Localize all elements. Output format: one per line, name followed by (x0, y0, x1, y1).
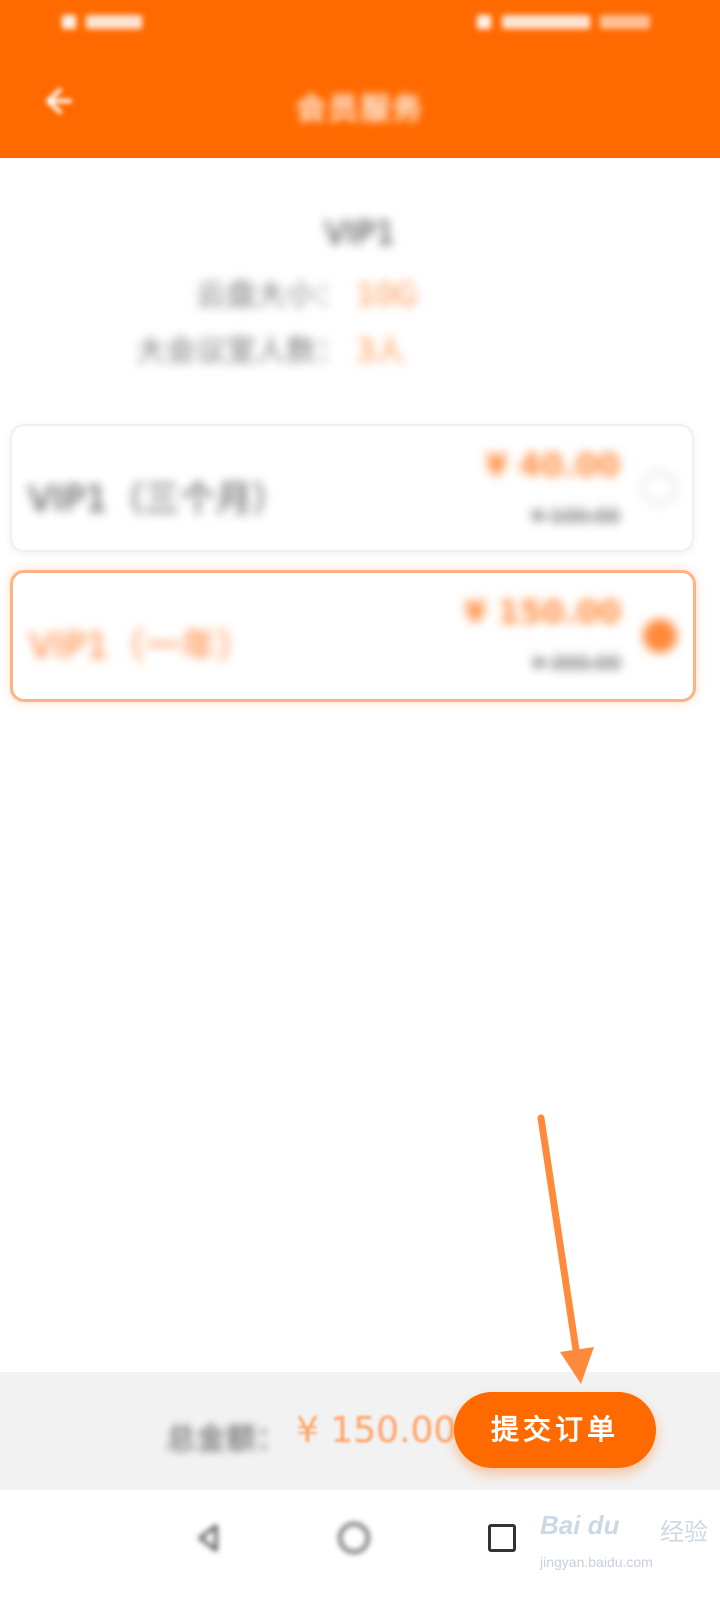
watermark-brand-suffix: 经验 (660, 1518, 708, 1546)
plan-original-price: ¥ 100.00 (530, 504, 620, 528)
info-row-storage: 云盘大小： 10G (196, 270, 417, 314)
meeting-label: 大会议室人数： (136, 334, 346, 369)
nav-home-icon[interactable] (334, 1518, 374, 1558)
plan-card-content: VIP1（三个月） ¥ 40.00 ¥ 100.00 (12, 426, 692, 550)
plan-name: VIP1（一年） (29, 626, 253, 667)
storage-value: 10G (356, 278, 418, 313)
plan-original-price: ¥ 300.00 (531, 651, 621, 675)
wifi-icon (477, 15, 492, 29)
submit-order-button[interactable]: 提交订单 (454, 1392, 656, 1468)
nav-recent-apps-icon[interactable] (488, 1524, 516, 1552)
storage-label: 云盘大小： (196, 278, 346, 313)
plan-card-three-months[interactable]: VIP1（三个月） ¥ 40.00 ¥ 100.00 (10, 424, 694, 552)
carrier-indicator (86, 15, 143, 29)
plan-name: VIP1（三个月） (28, 479, 288, 520)
plan-card-content: VIP1（一年） ¥ 150.00 ¥ 300.00 (13, 573, 693, 699)
vip-level-name: VIP1 (324, 214, 396, 252)
app-header: 会员服务 (0, 0, 720, 158)
clock-indicator (600, 15, 650, 29)
status-bar-left (62, 14, 162, 36)
watermark-brand: Bai du (540, 1510, 620, 1540)
plan-radio[interactable] (642, 471, 676, 505)
baidu-watermark: Bai du 经验 jingyan.baidu.com (540, 1500, 720, 1600)
order-bottom-bar: 总金额： ¥ 150.00 提交订单 (0, 1372, 720, 1490)
nav-back-icon[interactable] (188, 1518, 228, 1558)
watermark-domain: jingyan.baidu.com (540, 1554, 653, 1570)
meeting-value: 3人 (356, 334, 406, 369)
plan-price: ¥ 40.00 (485, 446, 620, 484)
page-title: 会员服务 (296, 92, 424, 127)
status-bar-right (450, 14, 650, 36)
info-row-meeting: 大会议室人数： 3人 (136, 326, 405, 370)
plan-price: ¥ 150.00 (464, 593, 621, 631)
plan-radio-selected[interactable] (643, 619, 677, 653)
total-price: ¥ 150.00 (296, 1410, 457, 1451)
plan-card-one-year[interactable]: VIP1（一年） ¥ 150.00 ¥ 300.00 (10, 570, 696, 702)
signal-icon (62, 15, 76, 29)
total-label: 总金额： (166, 1422, 286, 1457)
battery-indicator (501, 15, 590, 29)
